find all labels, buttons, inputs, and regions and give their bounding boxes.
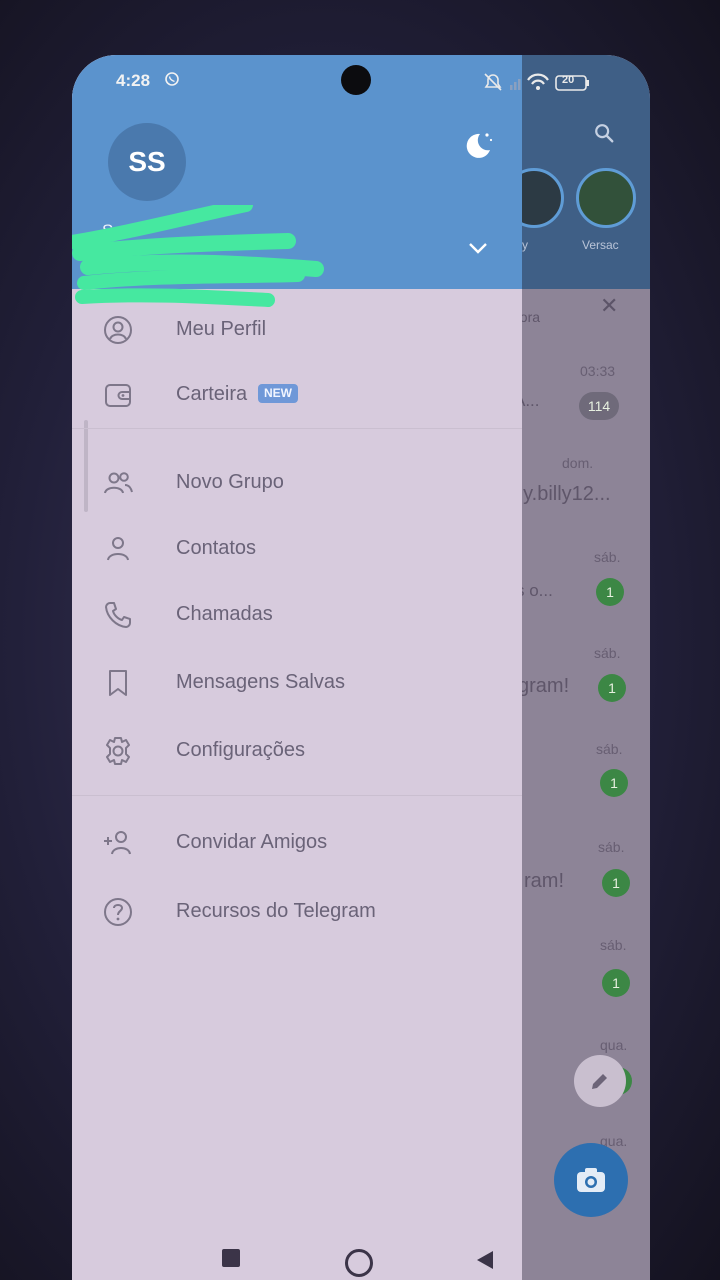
menu-item-calls[interactable]: Chamadas [72, 584, 522, 644]
chat-time: dom. [562, 455, 594, 471]
menu-divider [72, 428, 522, 429]
whatsapp-notification-icon [165, 72, 179, 86]
menu-label: Convidar Amigos [176, 831, 328, 853]
chat-preview[interactable]: ny.billy12... [512, 483, 611, 506]
unread-badge: 114 [579, 392, 619, 420]
chat-time: sáb. [596, 741, 623, 757]
menu-item-profile[interactable]: Meu Perfil [72, 299, 522, 359]
close-icon[interactable]: ✕ [600, 293, 618, 319]
recents-button[interactable] [222, 1249, 240, 1267]
camera-icon [577, 1168, 605, 1192]
chat-preview[interactable]: gram! [518, 675, 569, 698]
wifi-icon [527, 73, 549, 90]
menu-item-saved-messages[interactable]: Mensagens Salvas [72, 652, 522, 712]
front-camera-cutout [341, 65, 371, 95]
search-icon[interactable] [593, 122, 615, 144]
pencil-icon [592, 1074, 607, 1089]
signal-icon [510, 79, 521, 90]
chat-list-panel: ruty Versac ✕ nora 03:33 A... 114 dom. n… [512, 55, 650, 1280]
home-button[interactable] [345, 1249, 373, 1277]
chat-list-body [512, 289, 650, 1280]
chat-preview[interactable]: ram! [524, 870, 564, 893]
menu-item-new-group[interactable]: Novo Grupo [72, 452, 522, 512]
add-person-icon [104, 831, 131, 855]
unread-badge: 1 [602, 969, 630, 997]
menu-item-invite-friends[interactable]: Convidar Amigos [72, 812, 522, 872]
menu-label: Configurações [176, 739, 305, 761]
new-badge: NEW [258, 384, 298, 403]
night-mode-icon[interactable] [460, 128, 494, 162]
chat-time: qua. [600, 1037, 628, 1053]
menu-label: Novo Grupo [176, 471, 284, 493]
menu-divider [72, 795, 522, 796]
avatar[interactable]: SS [108, 123, 186, 201]
menu-label: Chamadas [176, 603, 273, 625]
unread-badge: 1 [596, 578, 624, 606]
menu-label: Recursos do Telegram [176, 900, 376, 922]
status-icons-svg [484, 73, 589, 91]
back-icon[interactable] [475, 1249, 495, 1271]
chat-time: sáb. [600, 937, 627, 953]
system-nav-bar [72, 1243, 650, 1280]
chat-time: sáb. [594, 645, 621, 661]
menu-label: Contatos [176, 537, 257, 559]
unread-badge: 1 [602, 869, 630, 897]
status-icons: 20 [482, 71, 622, 98]
group-icon [104, 472, 133, 494]
unread-badge: 1 [600, 769, 628, 797]
question-icon [104, 898, 132, 926]
story-label: Versac [582, 238, 619, 252]
camera-button[interactable] [554, 1143, 628, 1217]
chat-time: sáb. [598, 839, 625, 855]
menu-label: Carteira [176, 383, 248, 405]
chevron-down-icon[interactable] [468, 241, 488, 255]
gear-icon [106, 737, 130, 765]
menu-item-settings[interactable]: Configurações [72, 720, 522, 780]
mute-bell-icon [484, 73, 502, 91]
menu-item-wallet[interactable]: Carteira NEW [72, 364, 522, 424]
unread-badge: 1 [598, 674, 626, 702]
menu-label: Meu Perfil [176, 318, 267, 340]
battery-level: 20 [562, 74, 575, 86]
menu-item-telegram-features[interactable]: Recursos do Telegram [72, 881, 522, 941]
chat-time: sáb. [594, 549, 621, 565]
person-icon [107, 537, 129, 561]
menu-item-contacts[interactable]: Contatos [72, 518, 522, 578]
drawer-header: 4:28 SS S a [72, 55, 522, 307]
story-avatar[interactable] [576, 168, 636, 228]
navigation-drawer: 4:28 SS S a Meu Perfil Carteira NEW Novo… [72, 55, 522, 1280]
compose-button[interactable] [574, 1055, 626, 1107]
status-time: 4:28 [116, 71, 151, 90]
wallet-icon [105, 384, 131, 407]
phone-icon [105, 602, 131, 628]
menu-label: Mensagens Salvas [176, 671, 345, 693]
bookmark-icon [109, 670, 127, 696]
chat-time: 03:33 [580, 363, 616, 379]
user-circle-icon [104, 316, 132, 344]
phone-screen: ruty Versac ✕ nora 03:33 A... 114 dom. n… [72, 55, 650, 1280]
